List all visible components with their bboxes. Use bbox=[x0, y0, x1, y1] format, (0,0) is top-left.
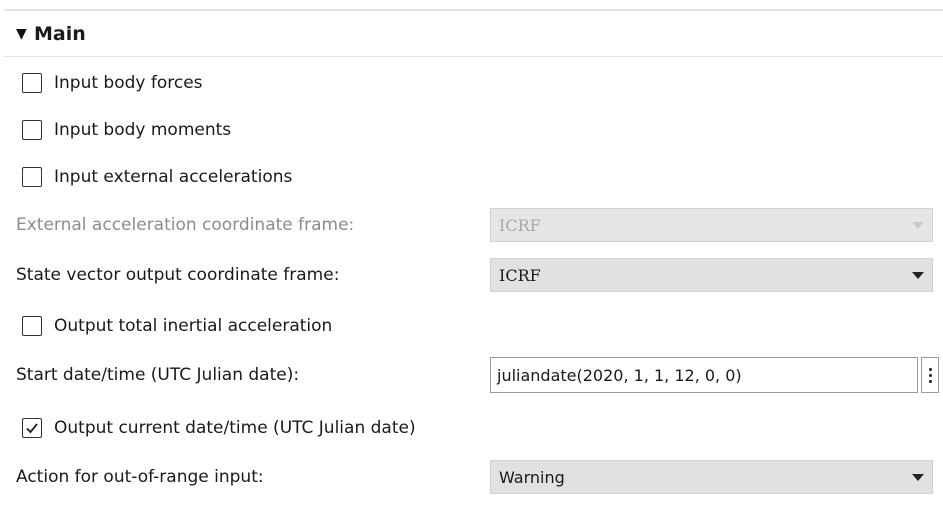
vertical-ellipsis-dot bbox=[928, 379, 932, 383]
state-vector-frame-label: State vector output coordinate frame: bbox=[16, 265, 340, 285]
out-of-range-action-select[interactable]: Warning bbox=[490, 460, 933, 494]
out-of-range-action-value: Warning bbox=[499, 467, 565, 487]
vertical-ellipsis-dot bbox=[928, 373, 932, 377]
caret-down-icon bbox=[912, 221, 924, 229]
external-acceleration-frame-value: ICRF bbox=[499, 215, 541, 235]
checkmark-icon bbox=[26, 423, 38, 434]
state-vector-frame-value: ICRF bbox=[499, 265, 541, 285]
state-vector-frame-select[interactable]: ICRF bbox=[490, 258, 933, 292]
input-body-moments-label: Input body moments bbox=[54, 120, 232, 140]
input-body-moments-checkbox[interactable] bbox=[22, 120, 42, 140]
output-total-inertial-acceleration-label: Output total inertial acceleration bbox=[54, 316, 333, 336]
out-of-range-action-label: Action for out-of-range input: bbox=[16, 467, 264, 487]
output-total-inertial-acceleration-checkbox[interactable] bbox=[22, 316, 42, 336]
triangle-down-icon: ▼ bbox=[16, 26, 27, 42]
row-output-current-datetime: Output current date/time (UTC Julian dat… bbox=[0, 411, 943, 445]
row-input-body-forces: Input body forces bbox=[0, 66, 943, 100]
start-datetime-value: juliandate(2020, 1, 1, 12, 0, 0) bbox=[497, 365, 742, 385]
input-body-forces-checkbox[interactable] bbox=[22, 73, 42, 93]
caret-down-icon bbox=[912, 473, 924, 481]
caret-down-icon bbox=[912, 271, 924, 279]
output-current-datetime-label: Output current date/time (UTC Julian dat… bbox=[54, 418, 416, 438]
external-acceleration-frame-select: ICRF bbox=[490, 208, 933, 242]
input-external-accelerations-checkbox[interactable] bbox=[22, 167, 42, 187]
top-divider bbox=[4, 9, 943, 11]
row-input-body-moments: Input body moments bbox=[0, 113, 943, 147]
vertical-ellipsis-icon bbox=[928, 367, 932, 371]
row-input-external-accelerations: Input external accelerations bbox=[0, 160, 943, 194]
input-body-forces-label: Input body forces bbox=[54, 73, 203, 93]
start-datetime-more-button[interactable] bbox=[921, 357, 939, 393]
section-header-main[interactable]: ▼ Main bbox=[4, 12, 943, 57]
row-start-datetime: Start date/time (UTC Julian date): julia… bbox=[0, 357, 943, 393]
output-current-datetime-checkbox[interactable] bbox=[22, 418, 42, 438]
row-external-acceleration-frame: External acceleration coordinate frame: … bbox=[0, 208, 943, 242]
row-state-vector-frame: State vector output coordinate frame: IC… bbox=[0, 258, 943, 292]
external-acceleration-frame-label: External acceleration coordinate frame: bbox=[16, 215, 355, 235]
row-output-total-inertial-acceleration: Output total inertial acceleration bbox=[0, 309, 943, 343]
row-out-of-range-action: Action for out-of-range input: Warning bbox=[0, 460, 943, 494]
start-datetime-input[interactable]: juliandate(2020, 1, 1, 12, 0, 0) bbox=[490, 357, 918, 393]
section-title: Main bbox=[34, 23, 86, 45]
input-external-accelerations-label: Input external accelerations bbox=[54, 167, 293, 187]
start-datetime-label: Start date/time (UTC Julian date): bbox=[16, 365, 300, 385]
